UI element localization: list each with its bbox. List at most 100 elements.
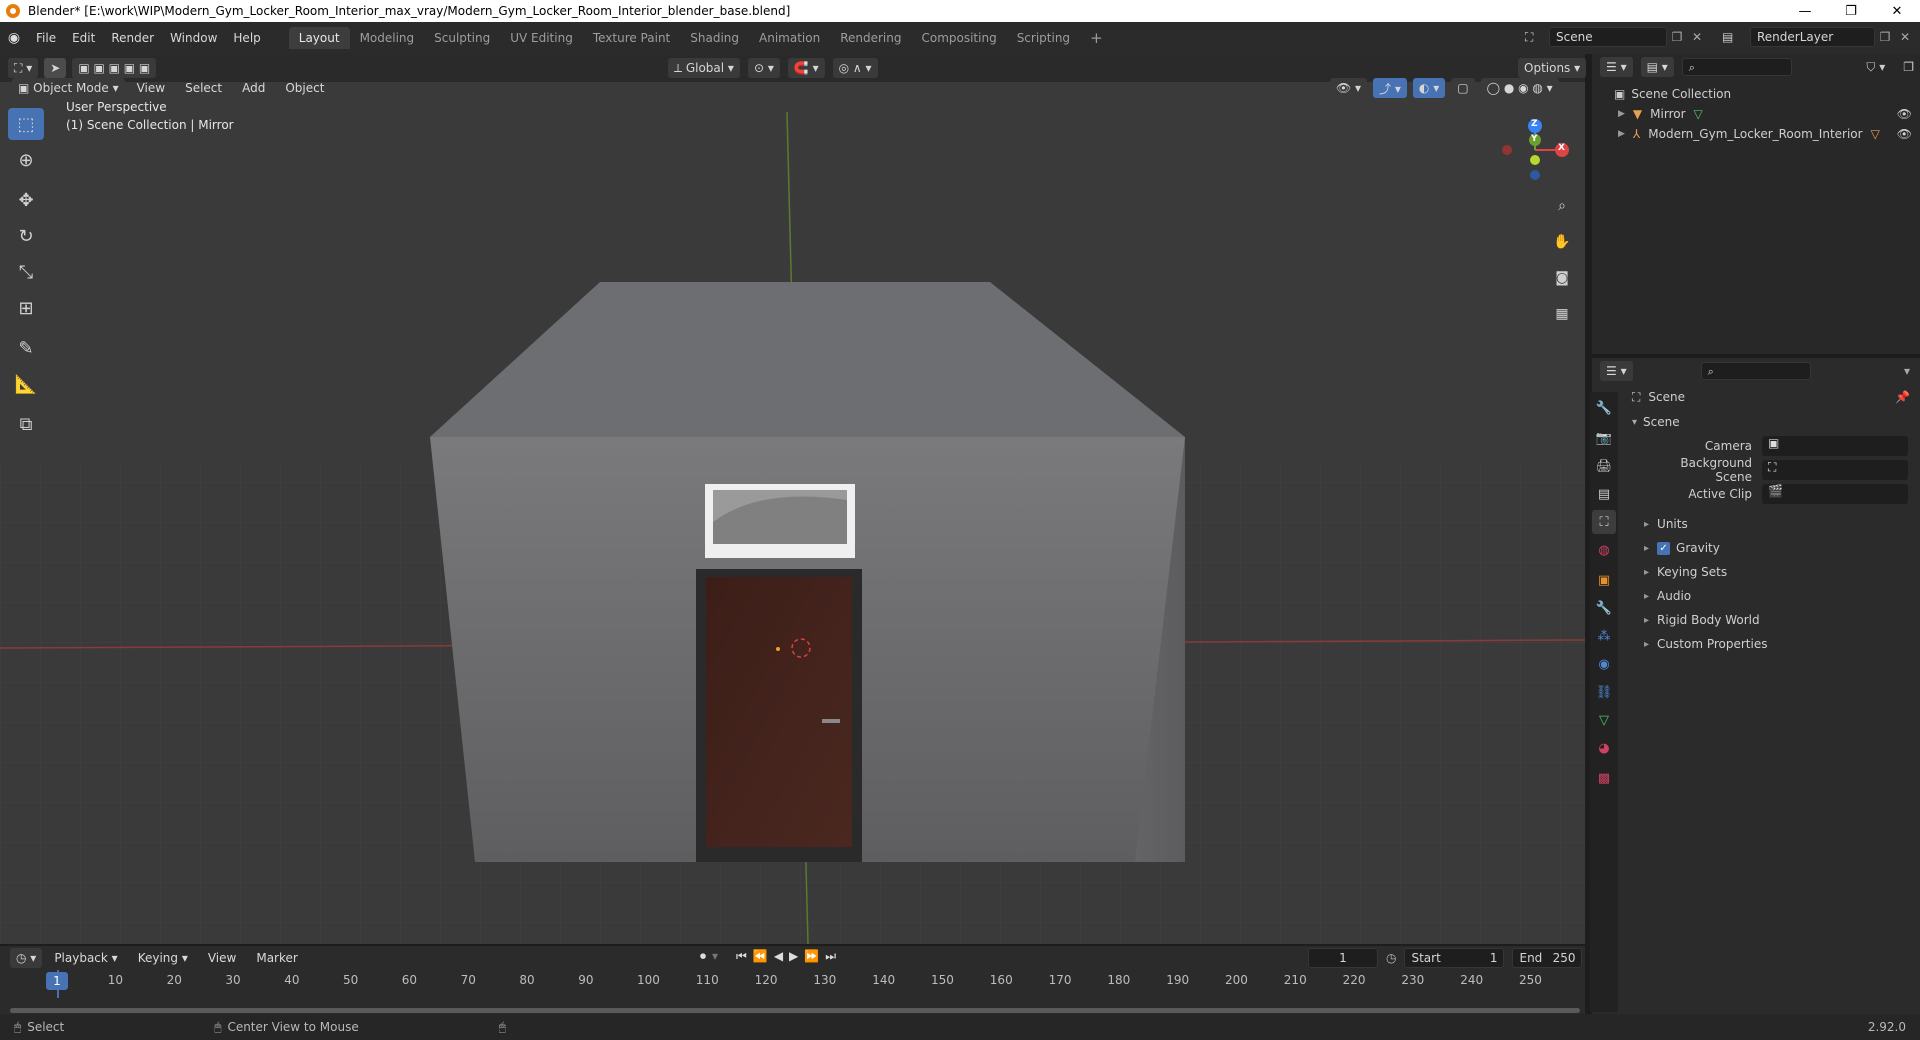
tab-sculpting[interactable]: Sculpting xyxy=(424,27,500,49)
play-reverse-icon[interactable]: ◀ xyxy=(774,949,783,964)
add-workspace-button[interactable]: + xyxy=(1080,25,1113,51)
select-tool-icon[interactable]: ➤ xyxy=(44,58,67,78)
properties-editor-type-icon[interactable]: ☰ ▾ xyxy=(1600,361,1633,381)
gravity-checkbox[interactable]: ✓ xyxy=(1657,541,1671,555)
start-frame-field[interactable]: Start 1 xyxy=(1404,948,1505,968)
select-box-icon[interactable]: ⬚ xyxy=(8,108,44,140)
outliner-item-mirror[interactable]: ▶ ▼ Mirror ▽ 👁 xyxy=(1592,104,1920,124)
tab-rendering[interactable]: Rendering xyxy=(830,27,911,49)
tab-uv-editing[interactable]: UV Editing xyxy=(500,27,583,49)
properties-options-icon[interactable]: ▾ xyxy=(1904,364,1910,378)
camera-view-icon[interactable]: ◙ xyxy=(1550,266,1574,290)
tab-compositing[interactable]: Compositing xyxy=(911,27,1006,49)
pivot-icon[interactable]: ⊙ ▾ xyxy=(747,58,780,78)
modifier-tab-icon[interactable]: 🔧 xyxy=(1592,596,1616,620)
outliner-scene-collection[interactable]: ▣ Scene Collection xyxy=(1592,84,1920,104)
blender-menu-icon[interactable]: ◉ xyxy=(0,30,28,46)
proportional-edit-icon[interactable]: ◎ ∧ ▾ xyxy=(832,58,878,78)
transform-icon[interactable]: ⊞ xyxy=(8,292,44,324)
timeline-editor-type-icon[interactable]: ◷ ▾ xyxy=(10,948,43,968)
current-frame-field[interactable]: 1 xyxy=(1308,948,1378,968)
frame-ruler[interactable]: 1102030405060708090100110120130140150160… xyxy=(0,970,1585,992)
options-dropdown[interactable]: Options ▾ xyxy=(1518,58,1587,78)
material-tab-icon[interactable]: ◕ xyxy=(1592,736,1616,760)
end-frame-field[interactable]: End 250 xyxy=(1512,948,1583,968)
select-mode-icons[interactable]: ▣ ▣ ▣ ▣ ▣ xyxy=(72,58,157,78)
jump-keyframe-back-icon[interactable]: ⏪ xyxy=(753,949,768,964)
menu-window[interactable]: Window xyxy=(162,31,225,45)
view-layer-tab-icon[interactable]: ▤ xyxy=(1592,482,1616,506)
new-view-layer-icon[interactable]: ❐ xyxy=(1875,30,1895,44)
minimize-button[interactable]: — xyxy=(1782,0,1828,22)
data-tab-icon[interactable]: ▽ xyxy=(1592,708,1616,732)
expand-arrow-icon[interactable]: ▶ xyxy=(1618,129,1625,139)
pan-hand-icon[interactable]: ✋ xyxy=(1550,230,1574,254)
door[interactable] xyxy=(706,577,852,847)
gizmo-toggle-icon[interactable]: ⤴ ▾ xyxy=(1373,78,1407,98)
scene-icon[interactable]: ⛶ xyxy=(1525,30,1549,45)
menu-edit[interactable]: Edit xyxy=(64,31,103,45)
scale-icon[interactable]: ⤡ xyxy=(8,256,44,288)
visibility-eye-icon[interactable]: 👁 xyxy=(1897,127,1912,141)
move-icon[interactable]: ✥ xyxy=(8,184,44,216)
xray-icon[interactable]: ▢ xyxy=(1451,78,1475,98)
jump-keyframe-forward-icon[interactable]: ⏩ xyxy=(804,949,819,964)
camera-field[interactable]: ▣ xyxy=(1762,436,1908,456)
mode-dropdown[interactable]: ▣ Object Mode ▾ xyxy=(12,78,125,98)
render-tab-icon[interactable]: 📷 xyxy=(1592,426,1616,450)
tab-scripting[interactable]: Scripting xyxy=(1007,27,1080,49)
cursor-icon[interactable]: ⊕ xyxy=(8,144,44,176)
clock-icon[interactable]: ◷ xyxy=(1386,951,1396,965)
properties-search-input[interactable]: ⌕ xyxy=(1700,362,1811,380)
vp-menu-add[interactable]: Add xyxy=(234,81,273,95)
vp-menu-select[interactable]: Select xyxy=(177,81,230,95)
tab-texture-paint[interactable]: Texture Paint xyxy=(583,27,680,49)
editor-type-icon[interactable]: ⛶ ▾ xyxy=(8,58,39,78)
transform-orientation-dropdown[interactable]: ⟂ Global ▾ xyxy=(668,58,740,78)
keying-sets-section[interactable]: Keying Sets xyxy=(1622,560,1920,584)
scene-tab-icon[interactable]: ⛶ xyxy=(1592,510,1616,534)
view-layer-icon[interactable]: ▤ xyxy=(1722,30,1750,44)
texture-tab-icon[interactable]: ▩ xyxy=(1592,766,1616,790)
gravity-section[interactable]: ✓ Gravity xyxy=(1622,536,1920,560)
tab-layout[interactable]: Layout xyxy=(288,27,350,49)
record-icon[interactable]: ⏺ xyxy=(700,949,706,964)
3d-viewport[interactable]: User Perspective (1) Scene Collection | … xyxy=(0,82,1585,944)
timeline-menu-keying[interactable]: Keying ▾ xyxy=(130,951,196,965)
pin-icon[interactable]: 📌 xyxy=(1895,390,1910,404)
new-scene-icon[interactable]: ❐ xyxy=(1667,30,1687,44)
timeline-menu-view[interactable]: View xyxy=(200,951,244,965)
filter-icon[interactable]: ⛉ ▾ xyxy=(1866,60,1885,75)
display-mode-icon[interactable]: ▤ ▾ xyxy=(1640,57,1674,77)
jump-end-icon[interactable]: ⏭ xyxy=(825,949,836,964)
scene-name-field[interactable]: Scene xyxy=(1549,27,1667,47)
scene-panel-header[interactable]: ▾ Scene xyxy=(1622,410,1920,434)
delete-view-layer-icon[interactable]: ✕ xyxy=(1895,30,1915,44)
rotate-icon[interactable]: ↻ xyxy=(8,220,44,252)
timeline-menu-marker[interactable]: Marker xyxy=(248,951,305,965)
jump-start-icon[interactable]: ⏮ xyxy=(736,949,747,964)
overlay-toggle-icon[interactable]: ◐ ▾ xyxy=(1412,78,1446,98)
background-scene-field[interactable]: ⛶ xyxy=(1762,460,1908,480)
units-section[interactable]: Units xyxy=(1622,512,1920,536)
active-clip-field[interactable]: 🎬 xyxy=(1762,484,1908,504)
audio-section[interactable]: Audio xyxy=(1622,584,1920,608)
measure-icon[interactable]: 📐 xyxy=(8,368,44,400)
ortho-grid-icon[interactable]: ▦ xyxy=(1550,302,1574,326)
physics-tab-icon[interactable]: ◉ xyxy=(1592,652,1616,676)
tool-tab-icon[interactable]: 🔧 xyxy=(1592,396,1616,420)
delete-scene-icon[interactable]: ✕ xyxy=(1687,30,1707,44)
outliner-editor-type-icon[interactable]: ☰ ▾ xyxy=(1600,57,1633,77)
add-cube-icon[interactable]: ⧉ xyxy=(8,408,44,440)
outliner-item-locker-room[interactable]: ▶ ⅄ Modern_Gym_Locker_Room_Interior ▽ 👁 xyxy=(1592,124,1920,144)
visibility-eye-icon[interactable]: 👁 xyxy=(1897,107,1912,121)
outliner-search-input[interactable]: ⌕ xyxy=(1681,58,1792,76)
view-layer-field[interactable]: RenderLayer xyxy=(1750,27,1875,47)
maximize-button[interactable]: ❐ xyxy=(1828,0,1874,22)
object-tab-icon[interactable]: ▣ xyxy=(1592,568,1616,592)
visibility-icon[interactable]: 👁 ▾ xyxy=(1330,78,1368,98)
timeline-menu-playback[interactable]: Playback ▾ xyxy=(46,951,125,965)
rigid-body-world-section[interactable]: Rigid Body World xyxy=(1622,608,1920,632)
vp-menu-object[interactable]: Object xyxy=(277,81,332,95)
expand-arrow-icon[interactable]: ▶ xyxy=(1618,109,1625,119)
